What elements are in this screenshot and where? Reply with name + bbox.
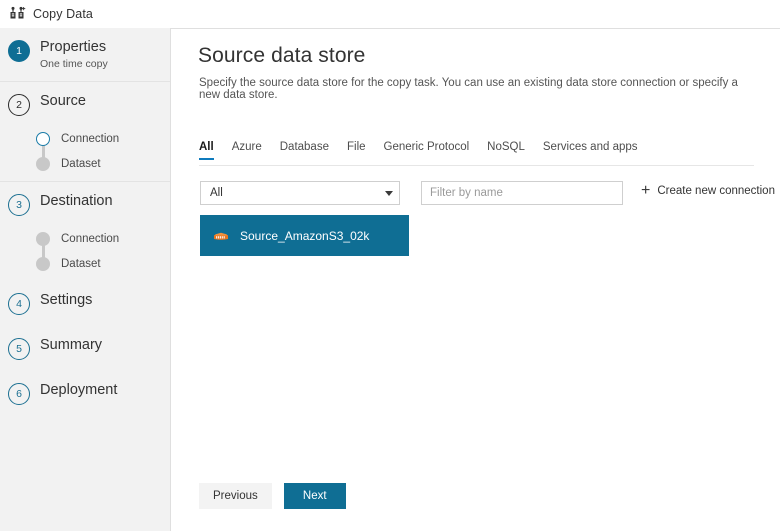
sidebar-step-summary[interactable]: 5 Summary <box>0 326 170 371</box>
step-label-destination: Destination <box>40 192 113 209</box>
tab-services-and-apps[interactable]: Services and apps <box>543 141 638 159</box>
plus-icon: + <box>641 182 651 199</box>
step-label-settings: Settings <box>40 291 93 308</box>
category-tab-bar: All Azure Database File Generic Protocol… <box>199 141 754 166</box>
main-content-panel: Source data store Specify the source dat… <box>170 28 780 531</box>
tab-file[interactable]: File <box>347 141 366 159</box>
wizard-footer: Previous Next <box>199 483 346 509</box>
sidebar-step-properties[interactable]: 1 Properties One time copy <box>0 28 170 81</box>
substep-dot-inactive <box>36 257 50 272</box>
substeps-source: Connection Dataset <box>0 127 170 181</box>
substep-label-source-connection: Connection <box>61 133 120 146</box>
step-label-source: Source <box>40 92 86 109</box>
step-badge-5: 5 <box>8 337 30 360</box>
window-title: Copy Data <box>33 7 93 21</box>
wizard-step-rail: 1 Properties One time copy 2 Source Conn… <box>0 28 170 531</box>
step-badge-4: 4 <box>8 292 30 315</box>
step-badge-6: 6 <box>8 382 30 405</box>
connection-tile-source-amazons3[interactable]: Source_AmazonS3_02k <box>200 215 409 256</box>
step-label-summary: Summary <box>40 336 103 353</box>
step-badge-1: 1 <box>8 40 30 62</box>
page-title: Source data store <box>198 44 366 67</box>
data-store-type-value: All <box>210 187 223 199</box>
sidebar-step-settings[interactable]: 4 Settings <box>0 281 170 326</box>
tab-generic-protocol[interactable]: Generic Protocol <box>384 141 470 159</box>
amazon-s3-icon <box>213 232 229 240</box>
page-description: Specify the source data store for the co… <box>199 77 738 101</box>
step-badge-2: 2 <box>8 93 30 116</box>
connection-tile-list: Source_AmazonS3_02k <box>200 215 760 256</box>
sidebar-substep-destination-connection[interactable]: Connection <box>36 227 170 252</box>
filter-by-name-input[interactable] <box>421 181 623 205</box>
previous-button[interactable]: Previous <box>199 483 272 509</box>
window-title-bar: Copy Data <box>0 0 780 28</box>
connection-tile-label: Source_AmazonS3_02k <box>240 228 370 243</box>
next-button[interactable]: Next <box>283 483 346 509</box>
substep-dot-active <box>36 132 50 147</box>
step-badge-3: 3 <box>8 193 30 216</box>
tab-nosql[interactable]: NoSQL <box>487 141 525 159</box>
tab-database[interactable]: Database <box>280 141 329 159</box>
tab-azure[interactable]: Azure <box>232 141 262 159</box>
substeps-destination: Connection Dataset <box>0 227 170 281</box>
create-new-connection-label: Create new connection <box>657 185 775 197</box>
substep-label-destination-connection: Connection <box>61 233 120 246</box>
substep-label-source-dataset: Dataset <box>61 158 101 171</box>
filter-toolbar: All + Create new connection <box>171 181 780 205</box>
chevron-down-icon <box>385 190 393 196</box>
substep-label-destination-dataset: Dataset <box>61 258 101 271</box>
sidebar-step-source[interactable]: 2 Source <box>0 80 170 127</box>
create-new-connection-button[interactable]: + Create new connection <box>641 183 775 199</box>
data-store-type-select[interactable]: All <box>200 181 400 205</box>
step-label-properties: Properties <box>40 39 107 55</box>
sidebar-substep-source-dataset[interactable]: Dataset <box>36 152 170 177</box>
sidebar-step-destination[interactable]: 3 Destination <box>0 180 170 227</box>
substep-dot-inactive <box>36 157 50 172</box>
tab-all[interactable]: All <box>199 141 214 160</box>
sidebar-substep-destination-dataset[interactable]: Dataset <box>36 252 170 277</box>
sidebar-substep-source-connection[interactable]: Connection <box>36 127 170 152</box>
substep-dot-inactive <box>36 232 50 247</box>
sidebar-step-deployment[interactable]: 6 Deployment <box>0 371 170 416</box>
step-label-deployment: Deployment <box>40 381 118 398</box>
step-sublabel-properties: One time copy <box>40 57 108 70</box>
copy-data-icon <box>10 6 26 19</box>
